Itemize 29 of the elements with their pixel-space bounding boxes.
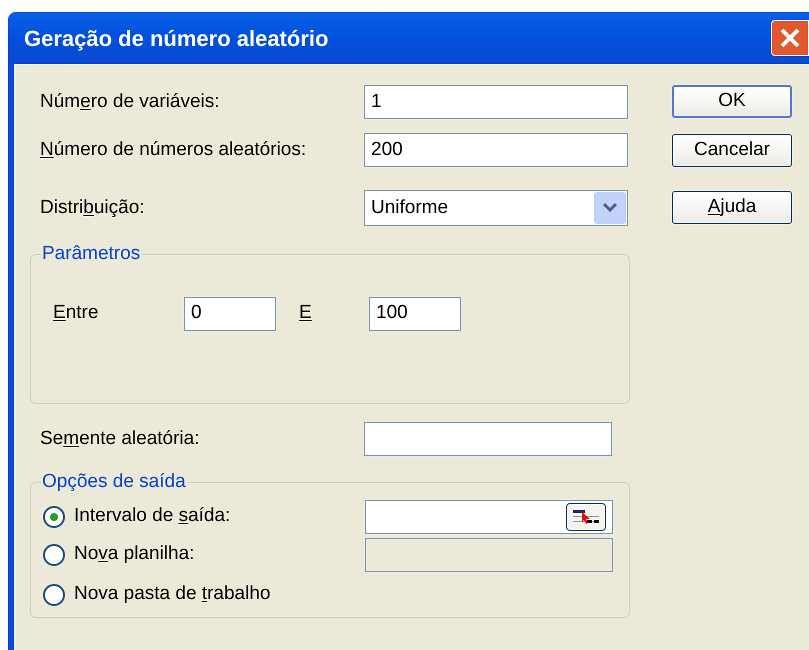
input-field[interactable]: 0 bbox=[184, 296, 276, 330]
input-field[interactable]: 100 bbox=[369, 296, 461, 330]
radio-label: Nova pasta de trabalho bbox=[74, 582, 270, 606]
group-title: Parâmetros bbox=[41, 242, 142, 266]
field-label: Semente aleatória: bbox=[40, 426, 200, 451]
radio-button[interactable] bbox=[43, 506, 65, 528]
input-field[interactable] bbox=[364, 422, 612, 456]
field-label: Entre bbox=[53, 301, 100, 326]
distribution-dropdown[interactable]: Uniforme bbox=[364, 190, 628, 226]
dialog-button[interactable]: Cancelar bbox=[672, 134, 792, 167]
close-icon bbox=[779, 27, 801, 49]
field-label: E bbox=[298, 301, 313, 326]
radio-button[interactable] bbox=[43, 544, 65, 566]
window-title: Geração de número aleatório bbox=[24, 24, 328, 53]
dialog-button[interactable]: OK bbox=[672, 85, 792, 118]
chevron-down-icon bbox=[594, 192, 626, 224]
input-field[interactable] bbox=[365, 500, 613, 534]
field-label: Número de variáveis: bbox=[40, 90, 221, 114]
range-select-button[interactable] bbox=[566, 502, 606, 530]
group-title: Opções de saída bbox=[41, 470, 187, 494]
dialog-button[interactable]: Ajuda bbox=[672, 191, 792, 224]
field-label: Número de números aleatórios: bbox=[40, 138, 308, 162]
field-label: Distribuição: bbox=[40, 196, 146, 220]
close-button[interactable] bbox=[771, 20, 809, 56]
input-field[interactable]: 1 bbox=[364, 85, 628, 119]
radio-button[interactable] bbox=[43, 584, 65, 606]
radio-label: Nova planilha: bbox=[74, 542, 194, 566]
radio-label: Intervalo de saída: bbox=[74, 504, 230, 528]
input-field[interactable]: 200 bbox=[364, 133, 628, 167]
